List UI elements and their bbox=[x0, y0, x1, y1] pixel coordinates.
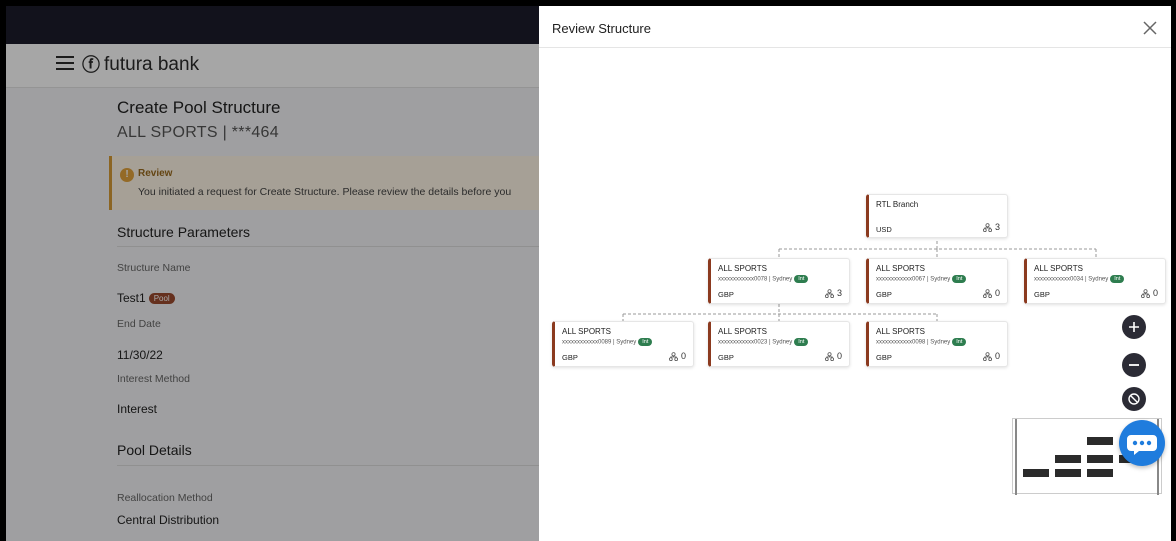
node-child-count: 0 bbox=[824, 351, 842, 361]
node-child-count: 0 bbox=[982, 351, 1000, 361]
node-account: xxxxxxxxxxxx0098 | Sydney Int bbox=[876, 338, 967, 346]
node-currency: GBP bbox=[876, 290, 892, 299]
node-name: RTL Branch bbox=[876, 200, 919, 209]
review-structure-modal: Review Structure RTL Branch USD 3 ALL SP… bbox=[539, 6, 1171, 541]
node-account-text: xxxxxxxxxxxx0098 | Sydney bbox=[876, 339, 951, 346]
int-badge: Int bbox=[952, 275, 967, 283]
node-name: ALL SPORTS bbox=[718, 327, 767, 336]
node-count: 0 bbox=[836, 351, 842, 361]
tree-node-root[interactable]: RTL Branch USD 3 bbox=[866, 194, 1008, 238]
node-name: ALL SPORTS bbox=[876, 327, 925, 336]
tree-node[interactable]: ALL SPORTS xxxxxxxxxxxx0023 | Sydney Int … bbox=[708, 321, 850, 367]
tree-node[interactable]: ALL SPORTS xxxxxxxxxxxx0098 | Sydney Int … bbox=[866, 321, 1008, 367]
node-currency: GBP bbox=[718, 353, 734, 362]
node-child-count: 0 bbox=[982, 288, 1000, 298]
node-child-count: 0 bbox=[668, 351, 686, 361]
zoom-in-button[interactable] bbox=[1122, 315, 1146, 339]
int-badge: Int bbox=[638, 338, 653, 346]
node-currency: GBP bbox=[1034, 290, 1050, 299]
chat-button[interactable] bbox=[1119, 420, 1165, 466]
node-child-count: 3 bbox=[824, 288, 842, 298]
node-child-count: 0 bbox=[1140, 288, 1158, 298]
node-name: ALL SPORTS bbox=[876, 264, 925, 273]
hierarchy-icon bbox=[668, 351, 678, 361]
int-badge: Int bbox=[1110, 275, 1125, 283]
node-account: xxxxxxxxxxxx0034 | Sydney Int bbox=[1034, 275, 1125, 283]
node-count: 0 bbox=[994, 351, 1000, 361]
node-account-text: xxxxxxxxxxxx0034 | Sydney bbox=[1034, 276, 1109, 283]
node-account: xxxxxxxxxxxx0078 | Sydney Int bbox=[718, 275, 809, 283]
node-currency: GBP bbox=[562, 353, 578, 362]
node-account-text: xxxxxxxxxxxx0078 | Sydney bbox=[718, 276, 793, 283]
hierarchy-icon bbox=[982, 351, 992, 361]
hierarchy-icon bbox=[1140, 288, 1150, 298]
node-child-count: 3 bbox=[982, 222, 1000, 232]
minus-icon bbox=[1129, 364, 1139, 366]
tree-node[interactable]: ALL SPORTS xxxxxxxxxxxx0078 | Sydney Int … bbox=[708, 258, 850, 304]
node-name: ALL SPORTS bbox=[1034, 264, 1083, 273]
hierarchy-icon bbox=[824, 288, 834, 298]
plus-icon bbox=[1129, 322, 1139, 332]
reset-icon bbox=[1128, 393, 1140, 405]
node-currency: GBP bbox=[718, 290, 734, 299]
node-count: 0 bbox=[1152, 288, 1158, 298]
reset-view-button[interactable] bbox=[1122, 387, 1146, 411]
node-account-text: xxxxxxxxxxxx0089 | Sydney bbox=[562, 339, 637, 346]
hierarchy-icon bbox=[824, 351, 834, 361]
node-count: 3 bbox=[994, 222, 1000, 232]
node-account-text: xxxxxxxxxxxx0067 | Sydney bbox=[876, 276, 951, 283]
node-account: xxxxxxxxxxxx0067 | Sydney Int bbox=[876, 275, 967, 283]
tree-node[interactable]: ALL SPORTS xxxxxxxxxxxx0067 | Sydney Int … bbox=[866, 258, 1008, 304]
int-badge: Int bbox=[952, 338, 967, 346]
zoom-out-button[interactable] bbox=[1122, 353, 1146, 377]
hierarchy-icon bbox=[982, 222, 992, 232]
node-count: 0 bbox=[680, 351, 686, 361]
node-account: xxxxxxxxxxxx0089 | Sydney Int bbox=[562, 338, 653, 346]
hierarchy-icon bbox=[982, 288, 992, 298]
node-count: 3 bbox=[836, 288, 842, 298]
tree-node[interactable]: ALL SPORTS xxxxxxxxxxxx0034 | Sydney Int … bbox=[1024, 258, 1166, 304]
tree-node[interactable]: ALL SPORTS xxxxxxxxxxxx0089 | Sydney Int … bbox=[552, 321, 694, 367]
node-name: ALL SPORTS bbox=[718, 264, 767, 273]
node-account: xxxxxxxxxxxx0023 | Sydney Int bbox=[718, 338, 809, 346]
modal-backdrop[interactable] bbox=[6, 6, 539, 541]
node-name: ALL SPORTS bbox=[562, 327, 611, 336]
node-count: 0 bbox=[994, 288, 1000, 298]
int-badge: Int bbox=[794, 338, 809, 346]
node-currency: GBP bbox=[876, 353, 892, 362]
chat-icon bbox=[1127, 435, 1157, 455]
node-currency: USD bbox=[876, 225, 892, 234]
node-account-text: xxxxxxxxxxxx0023 | Sydney bbox=[718, 339, 793, 346]
int-badge: Int bbox=[794, 275, 809, 283]
